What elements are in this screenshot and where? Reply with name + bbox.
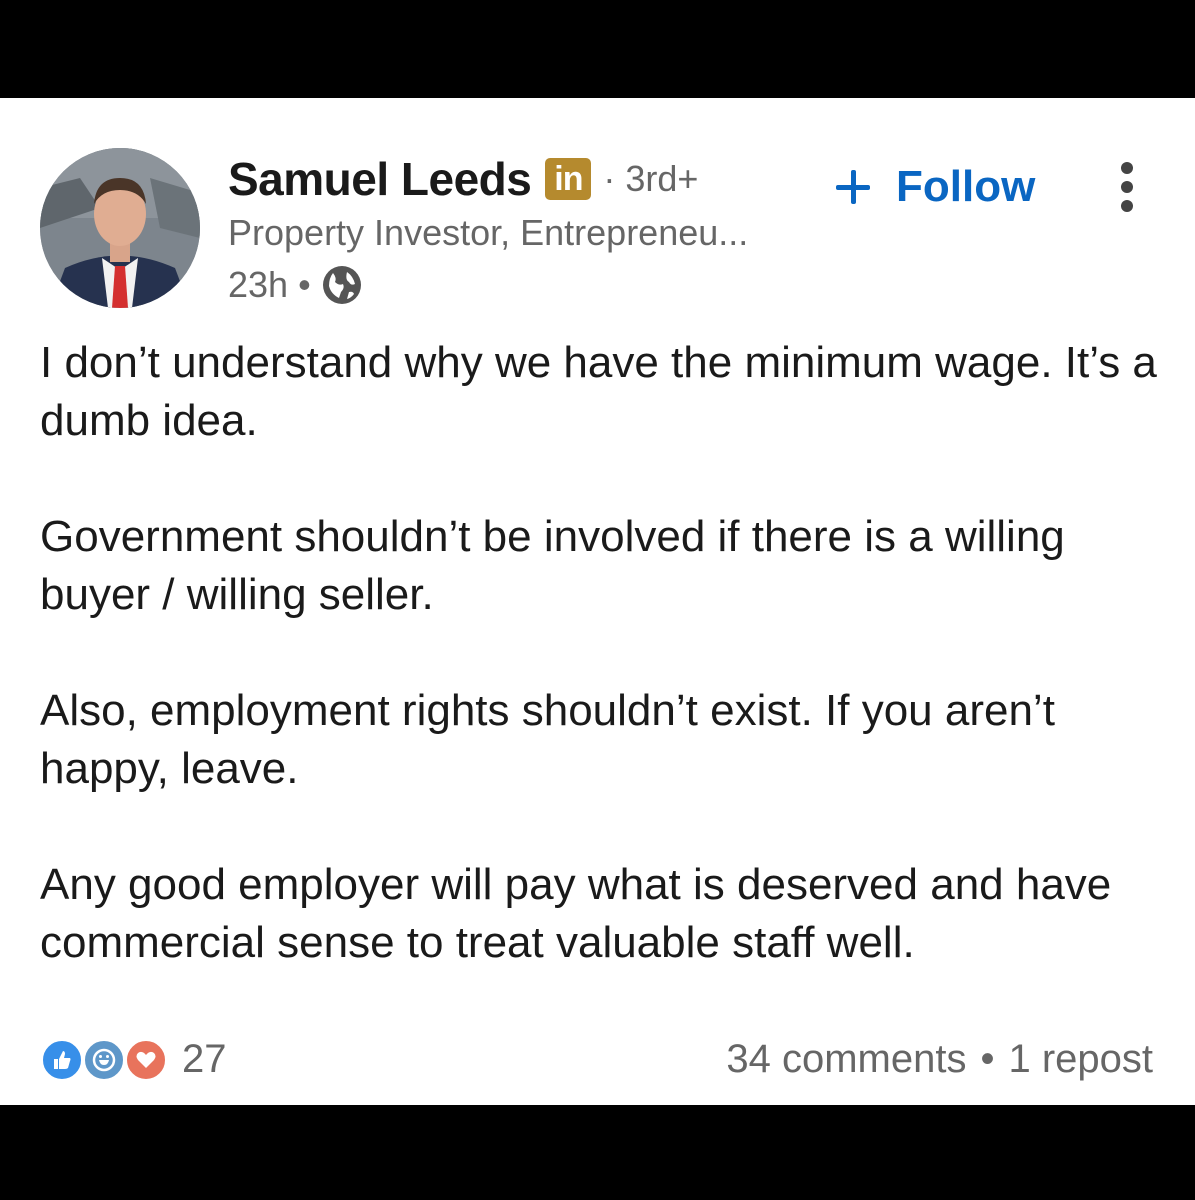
- reactions-summary[interactable]: 27: [40, 1034, 227, 1084]
- post-meta: 23h •: [228, 262, 363, 308]
- follow-label: Follow: [896, 162, 1036, 211]
- top-black-bar: [0, 0, 1195, 98]
- post-card: Samuel Leeds in · 3rd+ Property Investor…: [0, 98, 1195, 1105]
- follow-button[interactable]: Follow: [836, 160, 1035, 214]
- like-icon: [40, 1038, 84, 1082]
- meta-separator: •: [288, 264, 311, 305]
- post-paragraph: I don’t understand why we have the minim…: [40, 338, 1157, 445]
- globe-icon: [322, 266, 361, 304]
- plus-icon: [836, 170, 870, 204]
- author-name[interactable]: Samuel Leeds: [228, 152, 532, 206]
- post-timestamp: 23h: [228, 264, 289, 305]
- post-paragraph: Also, employment rights shouldn’t exist.…: [40, 686, 1055, 793]
- social-counts: 34 comments • 1 repost: [726, 1034, 1153, 1084]
- linkedin-premium-badge: in: [545, 158, 592, 200]
- post-body: I don’t understand why we have the minim…: [40, 334, 1160, 972]
- connection-degree: · 3rd+: [603, 158, 699, 199]
- more-dot: [1121, 181, 1133, 193]
- author-name-row: Samuel Leeds in · 3rd+: [228, 150, 698, 208]
- more-dot: [1121, 200, 1133, 212]
- post-paragraph: Any good employer will pay what is deser…: [40, 860, 1112, 967]
- bottom-black-bar: [0, 1105, 1195, 1200]
- reaction-icons: [40, 1036, 172, 1082]
- comments-count-link[interactable]: 34 comments: [726, 1037, 966, 1082]
- celebrate-icon: [82, 1038, 126, 1082]
- more-options-icon[interactable]: [1112, 162, 1142, 212]
- connection-degree-value: 3rd+: [625, 158, 699, 199]
- reposts-count-link[interactable]: 1 repost: [1008, 1037, 1153, 1082]
- author-headline[interactable]: Property Investor, Entrepreneu...: [228, 212, 748, 254]
- reaction-count: 27: [182, 1036, 227, 1081]
- love-icon: [124, 1038, 168, 1082]
- counts-separator: •: [980, 1036, 995, 1081]
- post-paragraph: Government shouldn’t be involved if ther…: [40, 512, 1065, 619]
- more-dot: [1121, 162, 1133, 174]
- author-avatar[interactable]: [40, 148, 200, 308]
